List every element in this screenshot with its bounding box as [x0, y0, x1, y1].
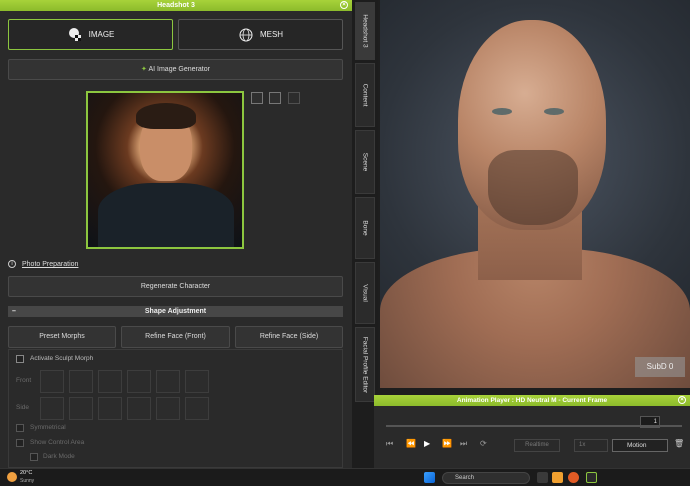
preset-morphs-button[interactable]: Preset Morphs: [8, 326, 116, 348]
tab-facial-profile-editor[interactable]: Facial Profile Editor: [355, 327, 375, 402]
info-icon: i: [8, 260, 16, 268]
mesh-sphere-icon: [239, 28, 253, 41]
image-mode-label: IMAGE: [88, 30, 115, 39]
ai-image-generator-button[interactable]: ✦ AI Image Generator: [8, 59, 343, 80]
tab-visual-label: Visual: [361, 284, 369, 302]
collapse-icon[interactable]: –: [12, 306, 16, 317]
sculpt-front-tool-1[interactable]: [40, 370, 64, 393]
close-icon[interactable]: ×: [340, 1, 348, 9]
tab-content-label: Content: [361, 83, 369, 107]
search-input[interactable]: Search: [442, 472, 530, 484]
tab-visual[interactable]: Visual: [355, 262, 375, 324]
panel-titlebar: Headshot 3 ×: [0, 0, 352, 11]
refine-face-side-button[interactable]: Refine Face (Side): [235, 326, 343, 348]
regenerate-character-button[interactable]: Regenerate Character: [8, 276, 343, 297]
app-window: Headshot 3 × IMAGE MESH ✦ AI Image Gener…: [0, 0, 690, 486]
sculpt-side-tool-3[interactable]: [98, 397, 122, 420]
character-left-eye: [492, 108, 512, 115]
tab-bone[interactable]: Bone: [355, 197, 375, 259]
mesh-mode-button[interactable]: MESH: [178, 19, 343, 50]
front-label: Front: [16, 377, 32, 384]
show-control-area-label: Show Control Area: [30, 439, 85, 446]
browser-icon[interactable]: [568, 472, 579, 483]
file-explorer-icon[interactable]: [552, 472, 563, 483]
tab-headshot3[interactable]: Headshot 3: [355, 2, 375, 60]
animation-player: Animation Player : HD Neutral M - Curren…: [374, 395, 690, 468]
show-control-area-checkbox[interactable]: [16, 439, 24, 447]
weather-temp: 20°C: [20, 470, 33, 476]
image-mode-button[interactable]: IMAGE: [8, 19, 173, 50]
symmetrical-label: Symmetrical: [30, 424, 66, 431]
animation-player-titlebar: Animation Player : HD Neutral M - Curren…: [374, 395, 690, 406]
tab-bone-label: Bone: [361, 220, 369, 236]
sculpt-front-tool-6[interactable]: [185, 370, 209, 393]
app-icon[interactable]: [586, 472, 597, 483]
shape-adjustment-title: Shape Adjustment: [144, 308, 207, 315]
sculpt-side-tool-1[interactable]: [40, 397, 64, 420]
tab-headshot3-label: Headshot 3: [361, 14, 369, 48]
save-icon[interactable]: [269, 92, 281, 104]
activate-sculpt-label: Activate Sculpt Morph: [30, 355, 94, 362]
photo-body: [98, 183, 234, 247]
photo-preparation-link[interactable]: Photo Preparation: [22, 261, 78, 268]
refine-face-front-button[interactable]: Refine Face (Front): [121, 326, 230, 348]
subd-level-badge[interactable]: SubD 0: [635, 357, 685, 377]
step-back-icon[interactable]: ⏪: [406, 439, 416, 448]
sculpt-front-tool-4[interactable]: [127, 370, 151, 393]
dark-mode-checkbox[interactable]: [30, 453, 38, 461]
os-taskbar: 20°C Sunny Search: [0, 468, 690, 486]
tab-scene[interactable]: Scene: [355, 130, 375, 194]
weather-icon[interactable]: [7, 472, 17, 482]
sculpt-side-tool-6[interactable]: [185, 397, 209, 420]
panel-title: Headshot 3: [157, 2, 195, 9]
sculpt-side-tool-2[interactable]: [69, 397, 93, 420]
skip-start-icon[interactable]: ⏮: [386, 439, 393, 449]
side-label: Side: [16, 404, 30, 411]
skip-end-icon[interactable]: ⏭: [460, 439, 467, 449]
sculpt-front-tool-2[interactable]: [69, 370, 93, 393]
headshot-panel: Headshot 3 × IMAGE MESH ✦ AI Image Gener…: [0, 0, 352, 468]
photo-hair: [136, 103, 196, 129]
loop-icon[interactable]: ⟳: [480, 439, 487, 448]
tab-facial-profile-editor-label: Facial Profile Editor: [361, 336, 369, 393]
sculpt-front-tool-5[interactable]: [156, 370, 180, 393]
sculpt-front-tool-3[interactable]: [98, 370, 122, 393]
source-photo[interactable]: [86, 91, 244, 249]
speed-select[interactable]: 1x: [574, 439, 608, 452]
character-beard: [488, 150, 578, 225]
character-right-eye: [544, 108, 564, 115]
sculpt-side-tool-4[interactable]: [127, 397, 151, 420]
sparkle-icon: ✦: [141, 66, 147, 73]
task-view-icon[interactable]: [537, 472, 548, 483]
animation-player-title: Animation Player : HD Neutral M - Curren…: [456, 397, 608, 404]
weather-desc: Sunny: [20, 478, 35, 484]
trash-icon[interactable]: 🗑: [674, 439, 686, 452]
clear-icon[interactable]: [288, 92, 300, 104]
realtime-select[interactable]: Realtime: [514, 439, 560, 452]
motion-label: Motion: [627, 442, 647, 449]
image-face-icon: [68, 27, 81, 41]
dark-mode-label: Dark Mode: [43, 453, 75, 460]
motion-select[interactable]: Motion: [612, 439, 668, 452]
mesh-mode-label: MESH: [259, 30, 284, 39]
ai-button-label: AI Image Generator: [148, 66, 210, 73]
shape-adjustment-header[interactable]: – Shape Adjustment: [8, 306, 343, 317]
sculpt-side-tool-5[interactable]: [156, 397, 180, 420]
play-icon[interactable]: ▶: [424, 439, 430, 448]
timeline-slider[interactable]: [386, 425, 682, 427]
activate-sculpt-checkbox[interactable]: [16, 355, 24, 363]
start-icon[interactable]: [424, 472, 435, 483]
step-forward-icon[interactable]: ⏩: [442, 439, 452, 448]
symmetrical-checkbox[interactable]: [16, 424, 24, 432]
tab-scene-label: Scene: [361, 152, 369, 172]
tab-content[interactable]: Content: [355, 63, 375, 127]
close-icon[interactable]: ×: [678, 396, 686, 404]
folder-open-icon[interactable]: [251, 92, 263, 104]
